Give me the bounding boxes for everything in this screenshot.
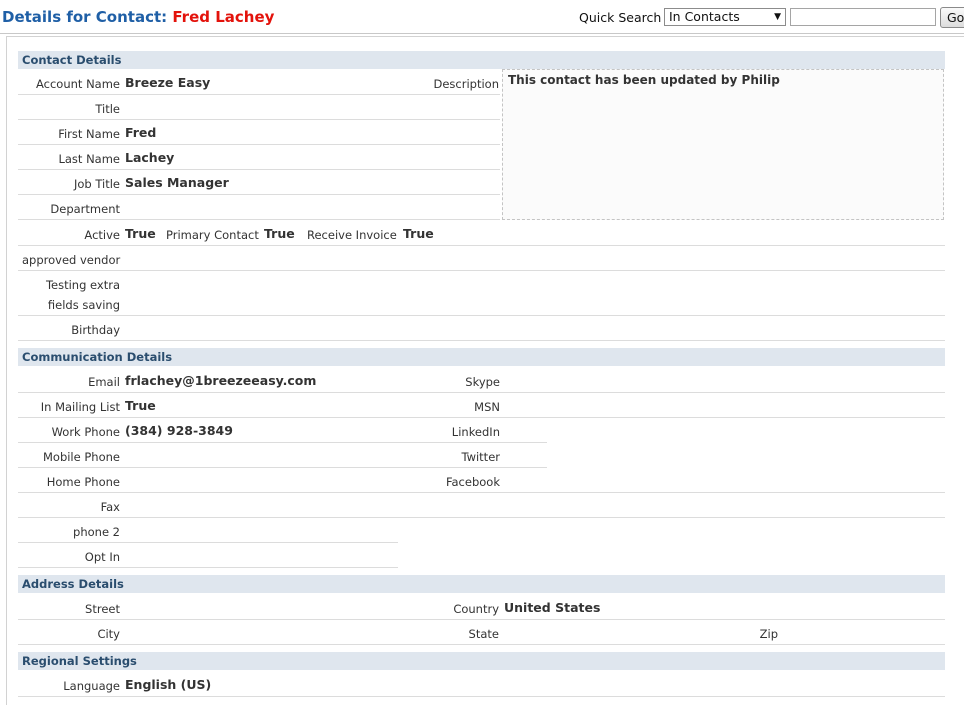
row-divider [18,442,547,443]
opt-in-label: Opt In [84,550,120,564]
row-divider [18,517,945,518]
row-divider [18,315,945,316]
row-divider [18,696,945,697]
facebook-label: Facebook [445,475,500,489]
row-divider [18,567,398,568]
city-label: City [97,627,120,641]
row-divider [18,219,500,220]
mailing-list-label: In Mailing List [40,400,120,414]
primary-contact-label: Primary Contact [166,228,259,242]
first-name-value: Fred [125,125,157,140]
home-phone-label: Home Phone [46,475,120,489]
primary-contact-value: True [264,226,295,241]
job-title-label: Job Title [73,177,120,191]
linkedin-label: LinkedIn [451,425,500,439]
row-divider [18,340,945,341]
row-divider [18,619,945,620]
fields-saving-label: fields saving [47,298,120,312]
row-divider [18,144,500,145]
receive-invoice-value: True [403,226,434,241]
row-divider [18,94,500,95]
communication-details-section-header: Communication Details [18,348,945,366]
birthday-label: Birthday [71,323,120,337]
country-value: United States [504,600,601,615]
description-box [502,69,944,220]
row-divider [18,245,945,246]
page-title: Details for Contact: Fred Lachey [2,8,274,26]
row-divider [18,417,945,418]
row-divider [18,392,945,393]
department-label: Department [50,202,120,216]
fax-label: Fax [100,500,120,514]
row-divider [18,492,945,493]
row-divider [18,169,500,170]
row-divider [18,270,945,271]
country-label: Country [453,602,499,616]
skype-label: Skype [465,375,500,389]
state-label: State [468,627,499,641]
row-divider [18,194,500,195]
quick-search-input[interactable] [790,8,936,26]
header-divider [0,33,964,34]
quick-search-label: Quick Search [579,10,662,25]
approved-vendor-label: approved vendor [22,253,121,267]
msn-label: MSN [474,400,500,414]
go-button[interactable]: Go [940,7,964,28]
phone-2-label: phone 2 [73,525,120,539]
quick-search-scope-value: In Contacts [669,9,740,24]
job-title-value: Sales Manager [125,175,229,190]
active-value: True [125,226,156,241]
zip-label: Zip [759,627,778,641]
language-label: Language [63,679,120,693]
work-phone-value: (384) 928-3849 [125,423,233,438]
account-name-value[interactable]: Breeze Easy [125,75,210,90]
chevron-down-icon: ▼ [774,12,781,22]
quick-search-scope-select[interactable]: In Contacts ▼ [664,8,786,26]
language-value: English (US) [125,677,212,692]
first-name-label: First Name [58,127,120,141]
title-label: Title [95,102,120,116]
receive-invoice-label: Receive Invoice [307,228,397,242]
email-label: Email [88,375,120,389]
mobile-phone-label: Mobile Phone [42,450,120,464]
description-label: Description [433,77,500,91]
work-phone-label: Work Phone [51,425,120,439]
row-divider [18,644,945,645]
street-label: Street [85,602,120,616]
row-divider [18,119,500,120]
last-name-value: Lachey [125,150,175,165]
twitter-label: Twitter [461,450,500,464]
contact-details-section-header: Contact Details [18,51,945,69]
mailing-list-value: True [125,398,156,413]
last-name-label: Last Name [58,152,120,166]
row-divider [18,467,547,468]
regional-settings-section-header: Regional Settings [18,652,945,670]
testing-extra-label: Testing extra [45,278,120,292]
page-title-prefix: Details for Contact: [2,8,168,26]
row-divider [18,542,398,543]
contact-name-title: Fred Lachey [172,8,275,26]
email-value[interactable]: frlachey@1breezeeasy.com [125,373,316,388]
active-label: Active [84,228,120,242]
address-details-section-header: Address Details [18,575,945,593]
account-name-label: Account Name [35,77,120,91]
description-value: This contact has been updated by Philip [508,73,780,87]
